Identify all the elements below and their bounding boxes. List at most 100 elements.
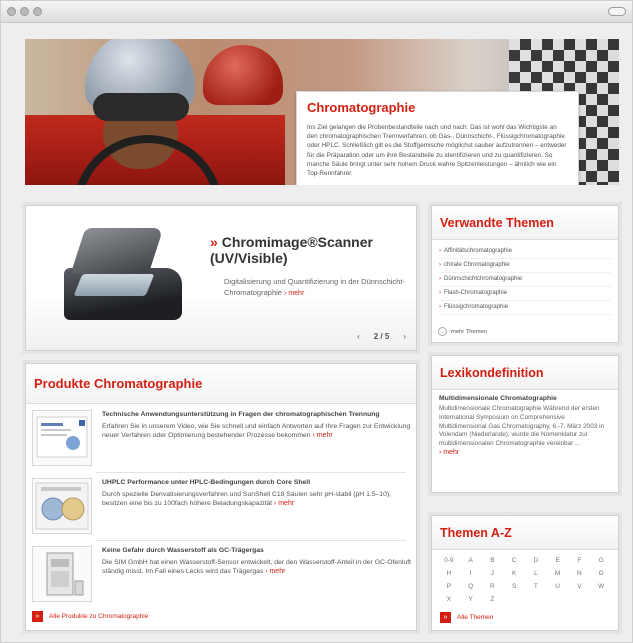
alphabet-letter[interactable]: C: [503, 556, 525, 565]
featured-product-text: » Chromimage®Scanner (UV/Visible) Digital…: [210, 234, 410, 299]
all-topics-label: Alle Themen: [457, 614, 494, 621]
scanner-glass: [73, 274, 155, 296]
related-topic-item[interactable]: › Flash-Chromatographie: [439, 287, 611, 301]
more-topics-link[interactable]: ⌄ mehr Themen: [438, 327, 487, 336]
alphabet-letter[interactable]: S: [503, 582, 525, 591]
related-topics-list: › Affinitätschromatographie › chirale Chro…: [432, 240, 618, 315]
carousel-page-indicator: 2 / 5: [373, 332, 390, 341]
product-body: Technische Anwendungsunterstützung in Fr…: [102, 410, 412, 441]
minimize-window-button[interactable]: [20, 7, 29, 16]
lexicon-heading: Lexikondefinition: [432, 356, 618, 390]
product-text: Durch spezielle Derivatisierungsverfahre…: [102, 490, 412, 509]
product-text: Die SIM GmbH hat einen Wasserstoff-Senso…: [102, 558, 412, 577]
hero-photo-goggles: [93, 93, 189, 121]
all-products-link[interactable]: » Alle Produkte zu Chromatographie: [32, 611, 148, 622]
featured-product-title[interactable]: » Chromimage®Scanner (UV/Visible): [210, 234, 410, 266]
alphabet-index: 0-9 A B C D E F G H I J K L M N O P Q R …: [432, 550, 618, 604]
product-more-link[interactable]: › mehr: [274, 500, 294, 507]
alphabet-letter[interactable]: G: [590, 556, 612, 565]
alphabet-letter[interactable]: J: [482, 569, 504, 578]
alphabet-letter[interactable]: F: [569, 556, 591, 565]
product-thumbnail-video[interactable]: [32, 410, 92, 466]
chevron-right-icon: ›: [439, 276, 441, 282]
alphabet-letter[interactable]: T: [525, 582, 547, 591]
lexicon-body: Multidimensionale Chromatographie Multid…: [432, 390, 618, 463]
alphabet-letter[interactable]: L: [525, 569, 547, 578]
chevron-right-icon: ›: [439, 290, 441, 296]
alphabet-letter[interactable]: I: [460, 569, 482, 578]
double-chevron-right-icon: »: [32, 611, 43, 622]
featured-product-description: Digitalisierung und Quantifizierung in d…: [210, 276, 410, 299]
alphabet-letter[interactable]: 0-9: [438, 556, 460, 565]
product-description: Erfahren Sie in unserem Video, wie Sie s…: [102, 423, 411, 440]
product-body: Keine Gefahr durch Wasserstoff als GC-Tr…: [102, 546, 412, 577]
product-text: Erfahren Sie in unserem Video, wie Sie s…: [102, 422, 412, 441]
product-description: Durch spezielle Derivatisierungsverfahre…: [102, 491, 392, 508]
double-chevron-right-icon: »: [440, 612, 451, 623]
zoom-window-button[interactable]: [33, 7, 42, 16]
alphabet-letter[interactable]: B: [482, 556, 504, 565]
alphabet-letter[interactable]: R: [482, 582, 504, 591]
related-topics-panel: Verwandte Themen › Affinitätschromatograp…: [431, 205, 619, 343]
alphabet-letter[interactable]: V: [569, 582, 591, 591]
chevron-right-icon: »: [210, 234, 218, 250]
chevron-right-icon: ›: [439, 248, 441, 254]
alphabet-letter[interactable]: Z: [482, 595, 504, 604]
featured-product-more-link[interactable]: › mehr: [284, 290, 304, 297]
alphabet-letter[interactable]: X: [438, 595, 460, 604]
carousel-next-button[interactable]: ›: [403, 332, 406, 341]
hero-title: Chromatographie: [307, 100, 416, 115]
product-thumbnail-columns[interactable]: [32, 478, 92, 534]
carousel-prev-button[interactable]: ‹: [357, 332, 360, 341]
alphabet-letter[interactable]: H: [438, 569, 460, 578]
product-body: UHPLC Performance unter HPLC-Bedingungen…: [102, 478, 412, 509]
related-topic-item[interactable]: › chirale Chromatographie: [439, 259, 611, 273]
hero-photo-helmet-secondary: [203, 45, 283, 105]
related-topic-item[interactable]: › Affinitätschromatographie: [439, 245, 611, 259]
alphabet-letter[interactable]: D: [525, 556, 547, 565]
product-description: Die SIM GmbH hat einen Wasserstoff-Senso…: [102, 559, 412, 576]
product-thumbnail-sensor[interactable]: [32, 546, 92, 602]
alphabet-letter[interactable]: W: [590, 582, 612, 591]
scanner-image[interactable]: [64, 224, 182, 328]
related-topics-heading: Verwandte Themen: [432, 206, 618, 240]
product-title[interactable]: UHPLC Performance unter HPLC-Bedingungen…: [102, 478, 412, 487]
product-title[interactable]: Keine Gefahr durch Wasserstoff als GC-Tr…: [102, 546, 412, 555]
alphabet-letter[interactable]: A: [460, 556, 482, 565]
carousel-pager: ‹ 2 / 5 ›: [357, 332, 406, 341]
browser-window: Chromatographie Ins Ziel gelangen die Pr…: [0, 0, 633, 643]
related-topic-label: Affinitätschromatographie: [444, 248, 512, 254]
more-topics-label: mehr Themen: [451, 328, 487, 335]
featured-product-description-text: Digitalisierung und Quantifizierung in d…: [224, 277, 405, 297]
featured-product-panel: » Chromimage®Scanner (UV/Visible) Digital…: [25, 205, 417, 351]
lexicon-more-link[interactable]: › mehr: [439, 449, 459, 456]
alphabet-letter[interactable]: N: [569, 569, 591, 578]
close-window-button[interactable]: [7, 7, 16, 16]
alphabet-letter[interactable]: Q: [460, 582, 482, 591]
all-products-label: Alle Produkte zu Chromatographie: [49, 613, 149, 620]
alphabet-letter[interactable]: Y: [460, 595, 482, 604]
products-heading: Produkte Chromatographie: [26, 364, 416, 404]
alphabet-letter[interactable]: M: [547, 569, 569, 578]
all-topics-link[interactable]: » Alle Themen: [440, 612, 493, 623]
lexicon-definition-text: Multidimensionale Chromatographie Währen…: [439, 405, 605, 448]
alphabet-letter[interactable]: O: [590, 569, 612, 578]
related-topic-item[interactable]: › Dünnschichtchromatographie: [439, 273, 611, 287]
product-more-link[interactable]: › mehr: [265, 568, 285, 575]
related-topic-label: Flash-Chromatographie: [444, 290, 508, 296]
alphabet-letter[interactable]: K: [503, 569, 525, 578]
related-topic-label: chirale Chromatographie: [444, 262, 510, 268]
alphabet-letter[interactable]: U: [547, 582, 569, 591]
toolbar-toggle-button[interactable]: [608, 7, 626, 16]
alphabet-letter[interactable]: P: [438, 582, 460, 591]
divider: [96, 540, 406, 541]
product-more-link[interactable]: › mehr: [312, 432, 332, 439]
product-title[interactable]: Technische Anwendungsunterstützung in Fr…: [102, 410, 412, 419]
topics-az-panel: Themen A-Z 0-9 A B C D E F G H I J K L M…: [431, 515, 619, 631]
lexicon-definition: Multidimensionale Chromatographie Währen…: [439, 405, 611, 458]
related-topic-label: Dünnschichtchromatographie: [444, 276, 523, 282]
lexicon-term[interactable]: Multidimensionale Chromatographie: [439, 395, 611, 402]
alphabet-letter[interactable]: E: [547, 556, 569, 565]
related-topic-item[interactable]: › Flüssigchromatographie: [439, 301, 611, 315]
hero-banner: Chromatographie Ins Ziel gelangen die Pr…: [25, 39, 619, 185]
